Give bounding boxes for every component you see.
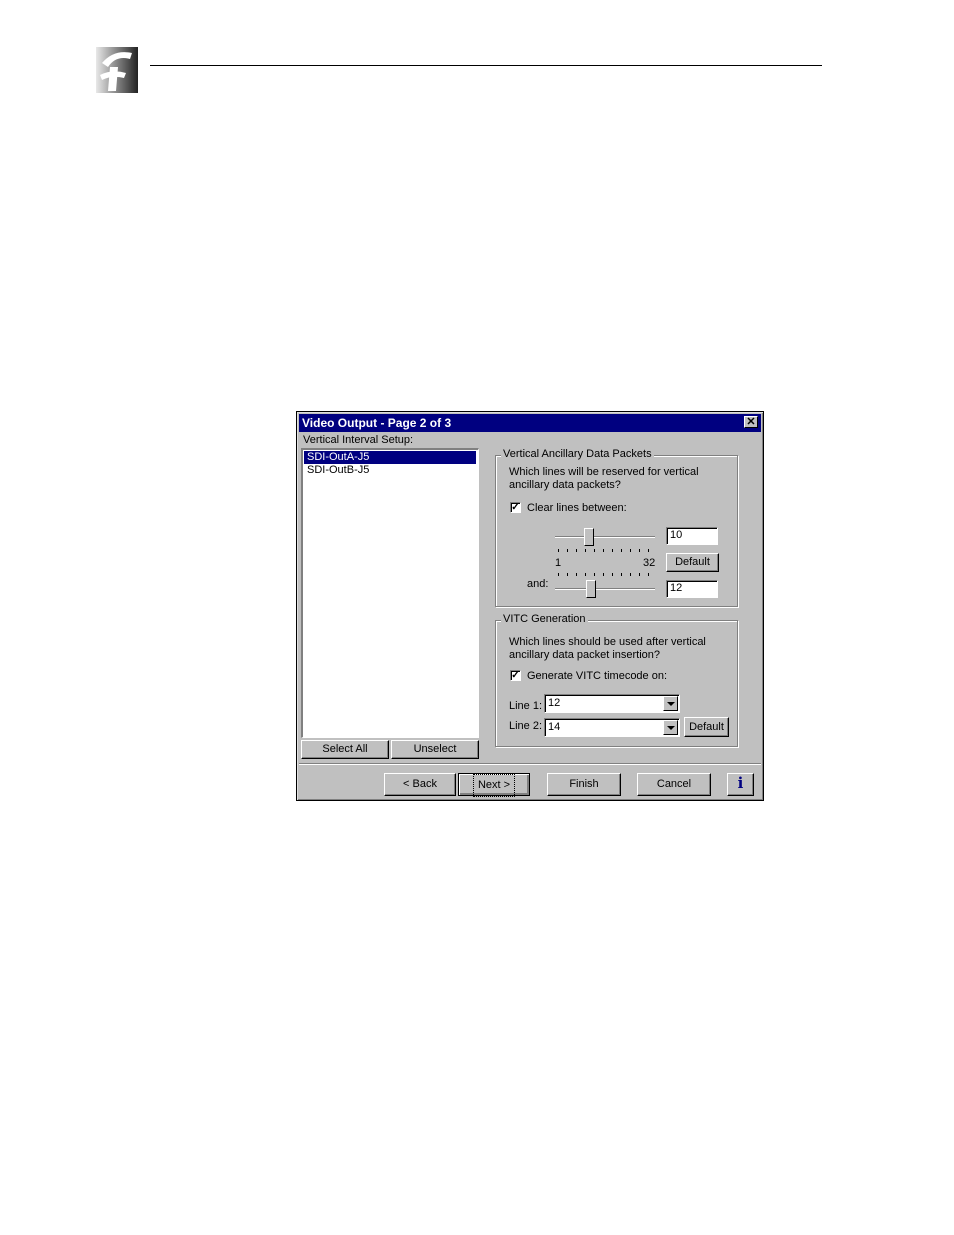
next-button-label: Next > (472, 774, 516, 797)
slider-tick (630, 573, 631, 576)
company-logo (96, 47, 138, 93)
slider-tick (648, 573, 649, 576)
select-all-button[interactable]: Select All (301, 740, 389, 759)
start-line-field[interactable]: 10 (666, 527, 718, 545)
line2-value: 14 (548, 721, 561, 733)
and-label: and: (527, 578, 549, 590)
line1-label: Line 1: (509, 700, 543, 712)
dialog-separator (299, 763, 761, 765)
vitc-group-label: VITC Generation (501, 613, 588, 625)
close-icon: ✕ (746, 416, 756, 428)
chevron-down-icon[interactable] (663, 720, 678, 735)
vanc-question-line1: Which lines will be reserved for vertica… (509, 466, 699, 478)
cancel-button[interactable]: Cancel (637, 773, 711, 796)
vitc-question-line2: ancillary data packet insertion? (509, 649, 661, 661)
vitc-question-line1: Which lines should be used after vertica… (509, 636, 706, 648)
clear-lines-checkbox[interactable]: ✓ (510, 502, 521, 513)
list-item-sdi-outa-j5[interactable]: SDI-OutA-J5 (304, 451, 476, 464)
slider-tick (594, 573, 595, 576)
start-line-slider-thumb[interactable] (584, 528, 594, 546)
line1-value: 12 (548, 697, 561, 709)
header-rule (150, 65, 822, 66)
slider-tick (639, 573, 640, 576)
range-min-label: 1 (555, 557, 562, 569)
end-line-field[interactable]: 12 (666, 580, 718, 598)
dialog-title: Video Output - Page 2 of 3 (302, 416, 452, 430)
slider-tick (585, 573, 586, 576)
clear-lines-label: Clear lines between: (527, 502, 627, 514)
slider-tick (585, 549, 586, 552)
back-button[interactable]: < Back (384, 773, 456, 796)
video-output-dialog: Video Output - Page 2 of 3 ✕ Vertical In… (296, 411, 764, 801)
slider-tick (576, 573, 577, 576)
vanc-question-line2: ancillary data packets? (509, 479, 621, 491)
slider-tick (558, 573, 559, 576)
next-button[interactable]: Next > (458, 773, 530, 797)
slider-tick (603, 573, 604, 576)
slider-tick (648, 549, 649, 552)
generate-vitc-checkbox[interactable]: ✓ (510, 670, 521, 681)
slider-tick (621, 573, 622, 576)
close-button[interactable]: ✕ (744, 416, 758, 428)
line2-select[interactable]: 14 (544, 718, 680, 737)
vanc-group-label: Vertical Ancillary Data Packets (501, 448, 654, 460)
slider-tick (621, 549, 622, 552)
slider-tick (612, 549, 613, 552)
unselect-button[interactable]: Unselect (391, 740, 479, 759)
line1-select[interactable]: 12 (544, 694, 680, 713)
generate-vitc-label: Generate VITC timecode on: (527, 670, 668, 682)
finish-button[interactable]: Finish (547, 773, 621, 796)
slider-tick (567, 573, 568, 576)
vanc-default-button[interactable]: Default (666, 553, 719, 572)
line2-label: Line 2: (509, 720, 543, 732)
end-line-slider-thumb[interactable] (586, 580, 596, 598)
dialog-titlebar[interactable]: Video Output - Page 2 of 3 ✕ (299, 414, 761, 432)
slider-tick (603, 549, 604, 552)
info-button[interactable]: i (727, 773, 754, 796)
vitc-default-button[interactable]: Default (684, 717, 729, 737)
slider-tick (630, 549, 631, 552)
chevron-down-icon[interactable] (663, 696, 678, 711)
start-line-slider-track (555, 536, 655, 538)
slider-tick (594, 549, 595, 552)
output-listbox[interactable]: SDI-OutA-J5 SDI-OutB-J5 (301, 448, 479, 738)
info-icon: i (737, 774, 744, 792)
slider-tick (639, 549, 640, 552)
slider-tick (558, 549, 559, 552)
slider-tick (576, 549, 577, 552)
checkmark-icon: ✓ (511, 670, 520, 681)
checkmark-icon: ✓ (511, 502, 520, 513)
range-max-label: 32 (643, 557, 656, 569)
list-item-sdi-outb-j5[interactable]: SDI-OutB-J5 (304, 464, 476, 477)
end-line-slider-track (555, 588, 655, 590)
slider-tick (567, 549, 568, 552)
slider-tick (612, 573, 613, 576)
vertical-interval-label: Vertical Interval Setup: (303, 434, 414, 446)
